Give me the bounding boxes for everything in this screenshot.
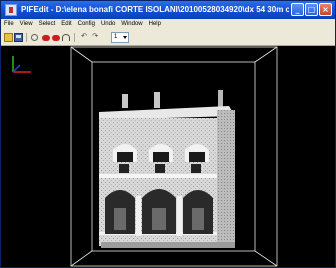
box-edge <box>254 250 278 267</box>
toolbar-separator <box>26 33 27 42</box>
menu-select[interactable]: Select <box>36 19 59 30</box>
maximize-button[interactable]: □ <box>305 3 318 16</box>
save-icon[interactable] <box>14 33 23 42</box>
mid-window <box>191 164 201 173</box>
menu-edit[interactable]: Edit <box>58 19 74 30</box>
roof-line <box>99 106 235 120</box>
mid-window <box>119 164 129 173</box>
undo-icon[interactable]: ↶ <box>79 31 89 42</box>
roof-chimney <box>122 94 128 108</box>
portico-arch <box>105 190 135 234</box>
minimize-button[interactable]: _ <box>291 3 304 16</box>
menu-help[interactable]: Help <box>146 19 164 30</box>
toolbar-separator <box>74 33 75 42</box>
portico-arch <box>142 189 176 234</box>
point-cloud-view <box>70 46 278 267</box>
rotate-icon[interactable] <box>62 34 70 41</box>
mid-window <box>155 164 165 173</box>
base-ground <box>101 242 235 248</box>
roof-chimney <box>154 92 160 108</box>
open-folder-icon[interactable] <box>4 33 13 42</box>
app-icon[interactable] <box>5 4 17 16</box>
portico-arch <box>183 190 213 234</box>
menu-file[interactable]: File <box>1 19 17 30</box>
view-select[interactable]: 1 <box>111 32 129 43</box>
string-course <box>99 174 217 178</box>
close-button[interactable]: × <box>319 3 332 16</box>
menu-window[interactable]: Window <box>118 19 145 30</box>
menu-bar: File View Select Edit Config Undo Window… <box>1 19 335 30</box>
viewport[interactable] <box>1 46 335 267</box>
zoom-icon[interactable] <box>31 34 38 41</box>
app-window: PIFEdit - D:\elena bonafi CORTE ISOLANI\… <box>0 0 336 268</box>
building-scan <box>99 90 235 248</box>
red-tool-icon[interactable] <box>42 35 50 41</box>
column <box>177 196 182 236</box>
box-edge <box>254 46 278 63</box>
redo-icon[interactable]: ↷ <box>90 31 100 42</box>
menu-undo[interactable]: Undo <box>98 19 118 30</box>
box-edge <box>70 250 93 267</box>
roof-chimney <box>218 90 223 108</box>
box-edge <box>70 46 93 63</box>
column <box>136 196 141 236</box>
title-bar[interactable]: PIFEdit - D:\elena bonafi CORTE ISOLANI\… <box>1 1 335 19</box>
window-title: PIFEdit - D:\elena bonafi CORTE ISOLANI\… <box>21 5 289 14</box>
menu-view[interactable]: View <box>17 19 36 30</box>
menu-config[interactable]: Config <box>75 19 98 30</box>
side-wall <box>217 110 235 246</box>
red-tool-icon[interactable] <box>52 35 60 41</box>
toolbar: ↶ ↷ 1 <box>1 30 335 46</box>
